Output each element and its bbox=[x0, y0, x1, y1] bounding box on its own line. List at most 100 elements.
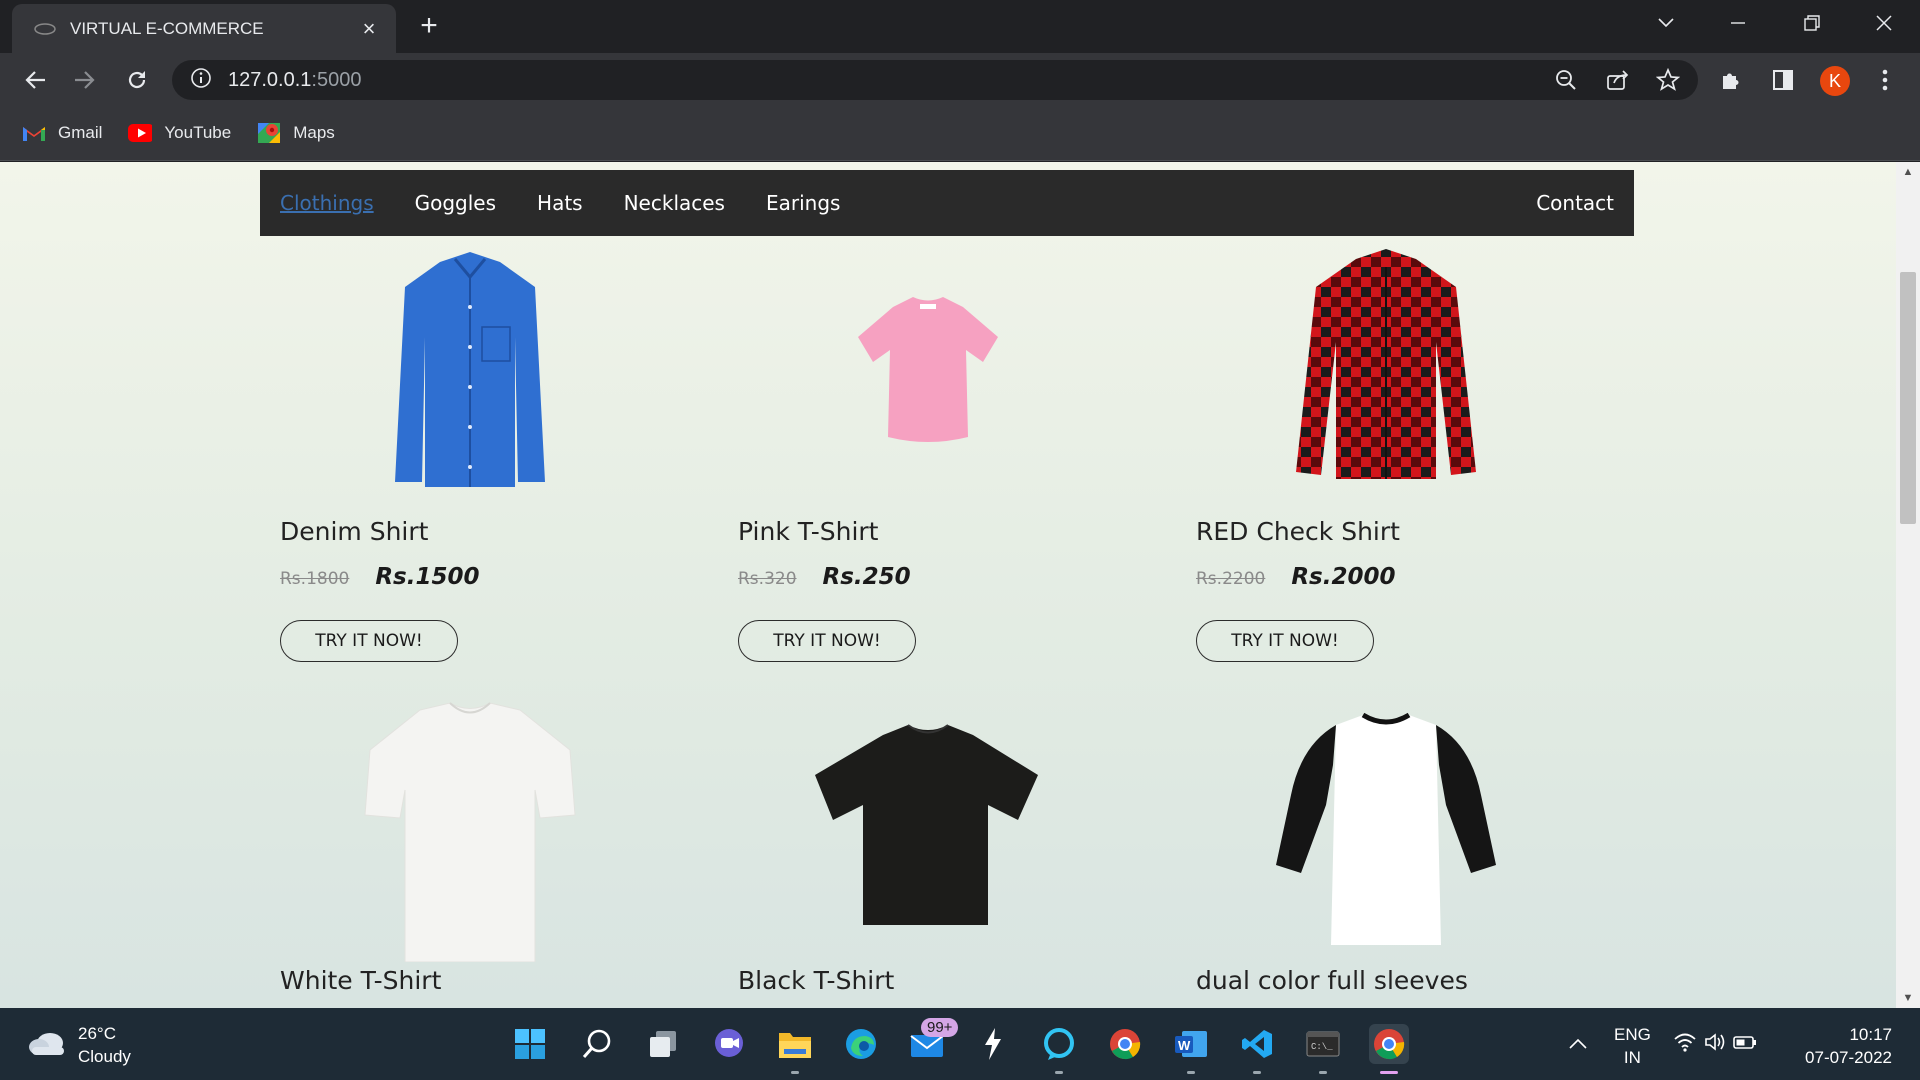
share-icon[interactable] bbox=[1606, 68, 1630, 92]
bookmark-label: YouTube bbox=[164, 123, 232, 142]
language-indicator[interactable]: ENG IN bbox=[1614, 1023, 1651, 1069]
bookmark-label: Gmail bbox=[58, 123, 103, 142]
browser-toolbar: 127.0.0.1:5000 K bbox=[0, 53, 1920, 106]
site-info-icon[interactable] bbox=[190, 67, 212, 94]
product-image-denim-shirt[interactable] bbox=[260, 242, 680, 492]
nav-earings[interactable]: Earings bbox=[766, 191, 840, 215]
system-tray-icons[interactable] bbox=[1670, 1024, 1760, 1064]
task-view-icon[interactable] bbox=[643, 1024, 683, 1064]
chrome-active-icon[interactable] bbox=[1369, 1024, 1409, 1074]
sale-price: Rs.1500 bbox=[375, 564, 480, 590]
teams-chat-icon[interactable] bbox=[709, 1024, 749, 1064]
date: 07-07-2022 bbox=[1805, 1048, 1892, 1067]
reload-icon[interactable] bbox=[120, 63, 154, 97]
price-row: Rs.320 Rs.250 bbox=[738, 564, 911, 590]
minimize-icon[interactable] bbox=[1718, 8, 1758, 38]
url-text: 127.0.0.1:5000 bbox=[228, 68, 362, 91]
restore-icon[interactable] bbox=[1792, 8, 1832, 38]
product-name: White T-Shirt bbox=[280, 966, 442, 995]
language-code: ENG bbox=[1614, 1025, 1651, 1044]
volume-icon bbox=[1704, 1032, 1726, 1057]
mail-badge: 99+ bbox=[921, 1018, 959, 1037]
tab-title: VIRTUAL E-COMMERCE bbox=[70, 18, 264, 38]
scroll-thumb[interactable] bbox=[1900, 272, 1916, 524]
search-icon[interactable] bbox=[577, 1024, 617, 1064]
mail-icon[interactable]: 99+ bbox=[907, 1018, 959, 1064]
nav-goggles[interactable]: Goggles bbox=[415, 191, 496, 215]
vscode-icon[interactable] bbox=[1237, 1024, 1277, 1074]
bookmark-youtube[interactable]: YouTube bbox=[128, 121, 231, 145]
youtube-icon bbox=[128, 121, 153, 145]
try-it-now-button[interactable]: TRY IT NOW! bbox=[1196, 620, 1374, 662]
menu-kebab-icon[interactable] bbox=[1872, 67, 1898, 93]
tab-close-icon[interactable]: × bbox=[356, 16, 382, 42]
product-image-red-check-shirt[interactable] bbox=[1176, 242, 1596, 492]
profile-avatar[interactable]: K bbox=[1820, 66, 1850, 96]
forward-icon[interactable] bbox=[68, 63, 102, 97]
weather-widget[interactable]: 26°C Cloudy bbox=[28, 1022, 131, 1068]
site-navbar: Clothings Goggles Hats Necklaces Earings… bbox=[260, 170, 1634, 236]
nav-hats[interactable]: Hats bbox=[537, 191, 583, 215]
nav-necklaces[interactable]: Necklaces bbox=[624, 191, 725, 215]
extensions-icon[interactable] bbox=[1718, 67, 1744, 93]
site-favicon-icon bbox=[34, 21, 56, 37]
page-viewport: Clothings Goggles Hats Necklaces Earings… bbox=[0, 162, 1896, 1008]
product-name: Black T-Shirt bbox=[738, 966, 895, 995]
svg-text:C:\_: C:\_ bbox=[1311, 1042, 1333, 1052]
page-scrollbar[interactable]: ▲ ▼ bbox=[1896, 162, 1920, 1008]
edge-icon[interactable] bbox=[841, 1024, 881, 1064]
nav-contact[interactable]: Contact bbox=[1536, 191, 1614, 215]
address-bar[interactable]: 127.0.0.1:5000 bbox=[172, 60, 1698, 100]
try-it-now-button[interactable]: TRY IT NOW! bbox=[280, 620, 458, 662]
scroll-down-icon[interactable]: ▼ bbox=[1896, 988, 1920, 1008]
chrome-icon[interactable] bbox=[1105, 1024, 1145, 1064]
word-icon[interactable]: W bbox=[1171, 1024, 1211, 1074]
windows-taskbar: 26°C Cloudy 99+ W C:\_ ENG IN 10:17 07-0… bbox=[0, 1008, 1920, 1080]
product-image-dual-color-full-sleeves[interactable] bbox=[1176, 700, 1596, 950]
back-icon[interactable] bbox=[18, 63, 52, 97]
region-code: IN bbox=[1623, 1048, 1641, 1067]
bookmarks-bar: Gmail YouTube Maps bbox=[0, 106, 1920, 161]
original-price: Rs.1800 bbox=[280, 569, 350, 589]
try-it-now-button[interactable]: TRY IT NOW! bbox=[738, 620, 916, 662]
terminal-icon[interactable]: C:\_ bbox=[1303, 1024, 1343, 1074]
alexa-icon[interactable] bbox=[1039, 1024, 1079, 1074]
weather-condition: Cloudy bbox=[78, 1047, 131, 1066]
product-name: Denim Shirt bbox=[280, 517, 429, 546]
bookmark-maps[interactable]: Maps bbox=[257, 121, 335, 145]
tab-strip: VIRTUAL E-COMMERCE × + bbox=[0, 0, 1920, 53]
bookmark-star-icon[interactable] bbox=[1656, 68, 1680, 92]
gmail-icon bbox=[22, 121, 46, 145]
sale-price: Rs.2000 bbox=[1291, 564, 1396, 590]
time: 10:17 bbox=[1849, 1025, 1892, 1044]
product-image-white-tshirt[interactable] bbox=[260, 700, 680, 962]
side-panel-icon[interactable] bbox=[1770, 67, 1796, 93]
product-name: dual color full sleeves bbox=[1196, 966, 1468, 995]
temperature: 26°C bbox=[78, 1024, 116, 1043]
product-image-black-tshirt[interactable] bbox=[718, 700, 1138, 950]
file-explorer-icon[interactable] bbox=[775, 1024, 815, 1074]
zoom-icon[interactable] bbox=[1554, 68, 1578, 92]
bookmark-label: Maps bbox=[293, 123, 335, 142]
original-price: Rs.320 bbox=[738, 569, 797, 589]
chevron-up-icon[interactable] bbox=[1558, 1024, 1598, 1064]
battery-icon bbox=[1732, 1035, 1757, 1054]
product-image-pink-tshirt[interactable] bbox=[718, 242, 1138, 492]
scroll-up-icon[interactable]: ▲ bbox=[1896, 162, 1920, 182]
bookmark-gmail[interactable]: Gmail bbox=[22, 121, 102, 145]
lightning-app-icon[interactable] bbox=[973, 1024, 1013, 1064]
price-row: Rs.1800 Rs.1500 bbox=[280, 564, 480, 590]
new-tab-button[interactable]: + bbox=[414, 11, 444, 42]
close-window-icon[interactable] bbox=[1864, 8, 1904, 38]
browser-tab[interactable]: VIRTUAL E-COMMERCE × bbox=[12, 4, 396, 53]
svg-text:W: W bbox=[1178, 1038, 1191, 1053]
nav-clothings[interactable]: Clothings bbox=[280, 191, 374, 215]
product-name: RED Check Shirt bbox=[1196, 517, 1400, 546]
maps-icon bbox=[257, 121, 281, 145]
tab-search-icon[interactable] bbox=[1646, 8, 1686, 38]
wifi-icon bbox=[1673, 1032, 1697, 1057]
start-icon[interactable] bbox=[510, 1024, 550, 1064]
product-name: Pink T-Shirt bbox=[738, 517, 879, 546]
clock[interactable]: 10:17 07-07-2022 bbox=[1796, 1023, 1892, 1069]
sale-price: Rs.250 bbox=[822, 564, 911, 590]
